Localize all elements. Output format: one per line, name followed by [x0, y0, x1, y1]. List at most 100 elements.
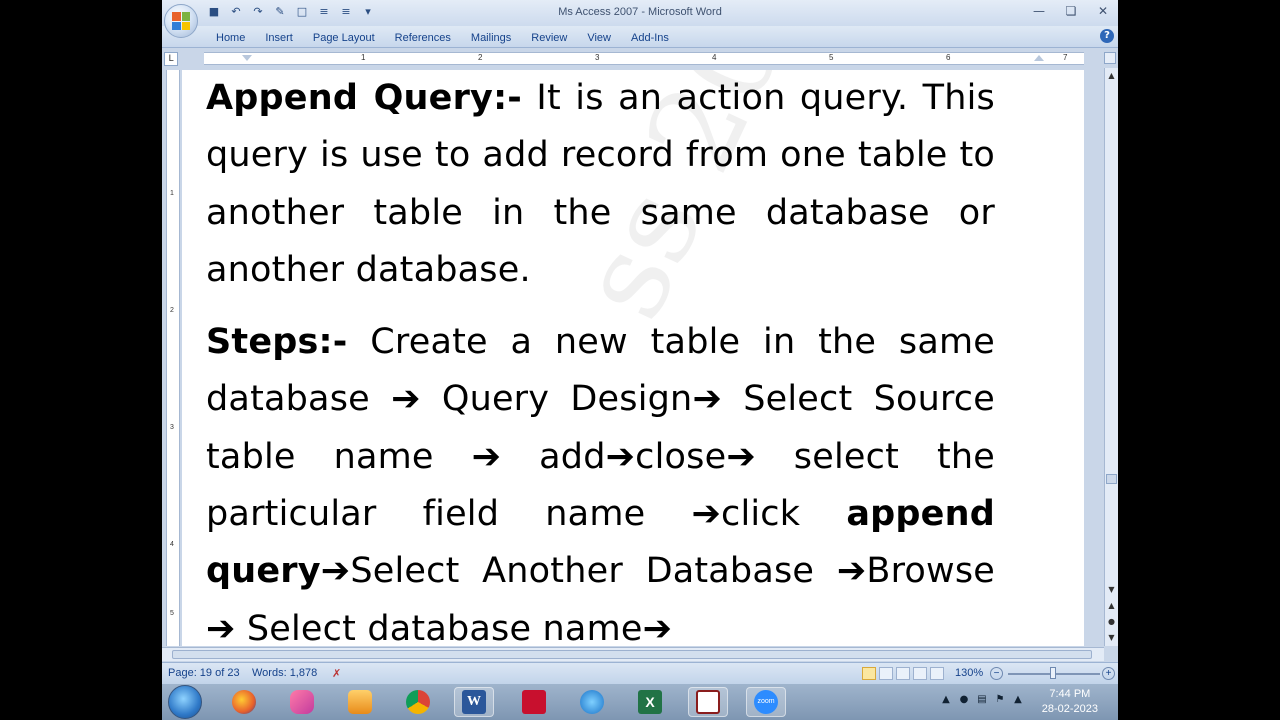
media-player-icon[interactable] — [340, 687, 380, 717]
word-count[interactable]: Words: 1,878 — [252, 667, 317, 679]
vruler-number: 3 — [170, 424, 174, 431]
minimize-button[interactable]: — — [1030, 2, 1048, 20]
document-body[interactable]: Append Query:- It is an action query. Th… — [206, 70, 995, 646]
zoom-out-button[interactable]: − — [990, 667, 1003, 680]
arrow-icon: ➔ — [391, 379, 421, 420]
tab-view[interactable]: View — [577, 29, 621, 47]
step-text: close — [635, 436, 727, 477]
tab-review[interactable]: Review — [521, 29, 577, 47]
step-text: Select database name — [235, 608, 643, 646]
chrome-icon[interactable] — [398, 687, 438, 717]
select-browse-object-icon[interactable]: ● — [1106, 616, 1117, 628]
office-button[interactable] — [164, 4, 198, 38]
proofing-icon[interactable]: ✗ — [332, 667, 341, 680]
vruler-number: 2 — [170, 307, 174, 314]
ruler-row: L 1 2 3 4 5 6 7 — [162, 48, 1118, 68]
tab-selector-button[interactable]: L — [164, 52, 178, 66]
ie-icon[interactable] — [572, 687, 612, 717]
show-hidden-icons[interactable]: ▲ — [940, 694, 952, 706]
print-layout-button[interactable] — [862, 667, 876, 680]
zoom-tray-icon[interactable]: ● — [958, 694, 970, 706]
step-text: Select Another Database — [350, 551, 837, 592]
window-title: Ms Access 2007 - Microsoft Word — [558, 6, 722, 18]
system-tray: ▲ ● ▤ ⚑ ▲ — [940, 694, 1024, 706]
left-indent-marker[interactable] — [242, 55, 252, 61]
full-screen-reading-button[interactable] — [879, 667, 893, 680]
tab-mailings[interactable]: Mailings — [461, 29, 521, 47]
signal-icon[interactable]: ▲ — [1012, 694, 1024, 706]
winamp-icon[interactable] — [282, 687, 322, 717]
paragraph-append-query[interactable]: Append Query:- It is an action query. Th… — [206, 70, 995, 299]
web-layout-button[interactable] — [896, 667, 910, 680]
clock-time: 7:44 PM — [1049, 688, 1091, 700]
word-icon[interactable]: W — [454, 687, 494, 717]
zoom-in-button[interactable]: + — [1102, 667, 1115, 680]
help-icon[interactable]: ? — [1100, 29, 1114, 43]
clock[interactable]: 7:44 PM 28-02-2023 — [1042, 687, 1098, 717]
arrow-icon: ➔ — [471, 436, 502, 477]
tab-references[interactable]: References — [385, 29, 461, 47]
arrow-icon: ➔ — [691, 494, 722, 535]
horizontal-scrollbar[interactable] — [162, 647, 1104, 661]
arrow-icon: ➔ — [726, 436, 756, 477]
scroll-up-icon[interactable]: ▲ — [1106, 70, 1117, 82]
step-text: Query Design — [420, 379, 693, 420]
horizontal-scroll-thumb[interactable] — [172, 650, 1092, 659]
ruler-number: 4 — [712, 53, 717, 62]
zoom-slider-thumb[interactable] — [1050, 667, 1056, 679]
close-button[interactable]: ✕ — [1094, 2, 1112, 20]
document-page[interactable]: ss 2007 Append Query:- It is an action q… — [182, 70, 1084, 646]
arrow-icon: ➔ — [692, 379, 722, 420]
acrobat-icon[interactable] — [514, 687, 554, 717]
heading-append-query: Append Query:- — [206, 78, 522, 118]
right-indent-marker[interactable] — [1034, 55, 1044, 61]
outline-button[interactable] — [913, 667, 927, 680]
next-page-icon[interactable]: ▼ — [1106, 632, 1117, 644]
vertical-scrollbar[interactable]: ▲ ▼ ▲ ● ▼ — [1104, 68, 1118, 646]
title-bar: ■ ↶ ↷ ✎ □ ≡ ≡ ▾ Ms Access 2007 - Microso… — [162, 0, 1118, 26]
ruler-number: 7 — [1063, 53, 1068, 62]
arrow-icon: ➔ — [836, 551, 867, 592]
network-icon[interactable]: ▤ — [976, 694, 988, 706]
ruler-number: 3 — [595, 53, 600, 62]
firefox-icon[interactable] — [224, 687, 264, 717]
word-window: ■ ↶ ↷ ✎ □ ≡ ≡ ▾ Ms Access 2007 - Microso… — [162, 0, 1118, 720]
taskbar: W X zoom ▲ ● ▤ ⚑ ▲ 7:44 PM 28-02-2023 — [162, 684, 1118, 720]
paragraph-steps[interactable]: Steps:- Create a new table in the same d… — [206, 314, 995, 646]
action-center-icon[interactable]: ⚑ — [994, 694, 1006, 706]
vruler-number: 5 — [170, 610, 174, 617]
arrow-icon: ➔ — [206, 608, 236, 646]
step-text: click — [721, 494, 847, 535]
vertical-scroll-thumb[interactable] — [1106, 474, 1117, 484]
ruler-number: 1 — [361, 53, 366, 62]
step-text: Browse — [866, 551, 995, 592]
view-buttons — [862, 667, 944, 680]
zoom-icon[interactable]: zoom — [746, 687, 786, 717]
vruler-number: 4 — [170, 541, 174, 548]
zoom-level[interactable]: 130% — [955, 667, 983, 679]
ruler-number: 5 — [829, 53, 834, 62]
tab-insert[interactable]: Insert — [255, 29, 303, 47]
ribbon-tabs: Home Insert Page Layout References Maili… — [206, 29, 679, 47]
tab-home[interactable]: Home — [206, 29, 255, 47]
horizontal-ruler[interactable]: 1 2 3 4 5 6 7 — [204, 52, 1084, 65]
view-ruler-button[interactable] — [1104, 52, 1116, 64]
status-bar: Page: 19 of 23 Words: 1,878 ✗ 130% − + — [162, 662, 1118, 684]
tab-add-ins[interactable]: Add-Ins — [621, 29, 679, 47]
tab-page-layout[interactable]: Page Layout — [303, 29, 385, 47]
draft-button[interactable] — [930, 667, 944, 680]
arrow-icon: ➔ — [320, 551, 351, 592]
arrow-icon: ➔ — [642, 608, 673, 646]
arrow-icon: ➔ — [605, 436, 636, 477]
vruler-number: 1 — [170, 190, 174, 197]
clock-date: 28-02-2023 — [1041, 703, 1098, 715]
restore-button[interactable]: ❏ — [1062, 2, 1080, 20]
page-count[interactable]: Page: 19 of 23 — [168, 667, 240, 679]
previous-page-icon[interactable]: ▲ — [1106, 600, 1117, 612]
start-button[interactable] — [168, 685, 202, 719]
access-icon[interactable] — [688, 687, 728, 717]
scroll-down-icon[interactable]: ▼ — [1106, 584, 1117, 596]
ruler-number: 2 — [478, 53, 483, 62]
excel-icon[interactable]: X — [630, 687, 670, 717]
window-controls: — ❏ ✕ — [1030, 2, 1112, 20]
